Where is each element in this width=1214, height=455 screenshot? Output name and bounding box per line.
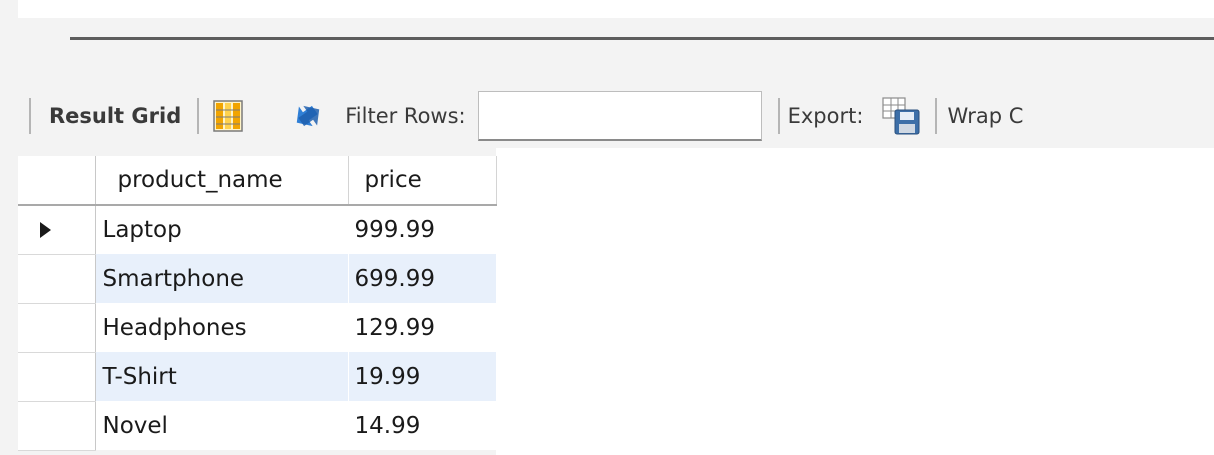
cell-price[interactable]: 19.99 (348, 352, 497, 401)
row-marker[interactable] (18, 205, 96, 255)
filter-rows-label: Filter Rows: (345, 104, 466, 128)
row-marker[interactable] (18, 254, 96, 304)
table-row[interactable]: Smartphone 699.99 (18, 254, 497, 304)
toolbar-separator (197, 98, 200, 134)
cell-product-name[interactable]: Laptop (95, 205, 349, 254)
save-disk-icon[interactable] (881, 96, 921, 136)
row-marker[interactable] (18, 352, 96, 402)
sql-editor-area[interactable] (18, 0, 1214, 18)
row-marker[interactable] (18, 303, 96, 353)
toolbar-separator (777, 98, 780, 134)
cell-price[interactable]: 699.99 (348, 254, 497, 303)
table-row[interactable]: Headphones 129.99 (18, 303, 497, 353)
left-gutter (0, 148, 18, 455)
panel-splitter[interactable] (70, 37, 1214, 40)
cell-product-name[interactable]: Smartphone (95, 254, 349, 303)
table-row[interactable]: Novel 14.99 (18, 401, 497, 451)
grid-columns-icon[interactable] (213, 100, 243, 132)
cell-price[interactable]: 14.99 (348, 401, 497, 450)
grid-header-row: product_name price (18, 156, 497, 206)
toolbar-separator (29, 98, 31, 134)
table-row[interactable]: T-Shirt 19.99 (18, 352, 497, 402)
cell-product-name[interactable]: Novel (95, 401, 349, 450)
column-header-price[interactable]: price (348, 156, 497, 206)
row-marker[interactable] (18, 401, 96, 451)
refresh-arrows-icon[interactable] (291, 99, 325, 133)
result-grid-tab[interactable]: Result Grid (49, 104, 181, 128)
filter-rows-input[interactable] (477, 91, 762, 141)
table-row[interactable]: Laptop 999.99 (18, 205, 497, 255)
result-toolbar: Result Grid Filter Rows: Export: Wrap C (0, 84, 1214, 148)
row-marker-header (18, 156, 96, 206)
toolbar-separator (935, 98, 938, 134)
cell-price[interactable]: 129.99 (348, 303, 497, 352)
cell-product-name[interactable]: T-Shirt (95, 352, 349, 401)
row-pointer-icon (40, 222, 51, 238)
export-label: Export: (787, 104, 864, 128)
grid-empty-area (496, 148, 1214, 455)
query-result-panel: Result Grid Filter Rows: Export: Wrap C … (0, 0, 1214, 455)
result-grid: product_name price Laptop 999.99 Smartph… (18, 156, 497, 451)
column-header-product-name[interactable]: product_name (95, 156, 349, 206)
wrap-cell-content-label[interactable]: Wrap C (947, 104, 1023, 128)
cell-product-name[interactable]: Headphones (95, 303, 349, 352)
cell-price[interactable]: 999.99 (348, 205, 497, 254)
